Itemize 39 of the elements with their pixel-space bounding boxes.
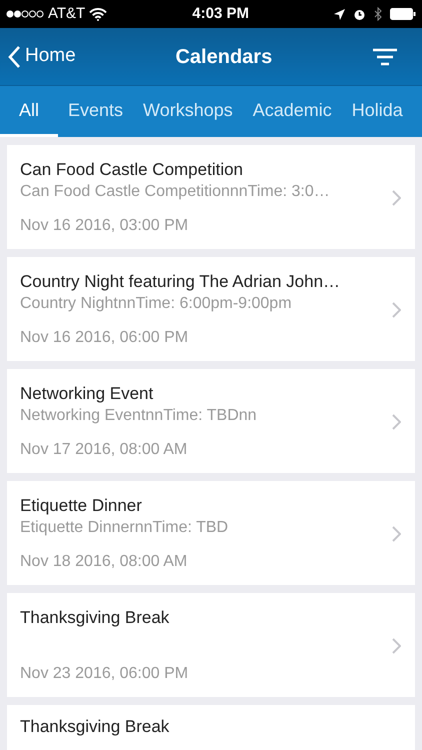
- chevron-right-icon: [392, 638, 401, 654]
- chevron-right-icon: [392, 190, 401, 206]
- event-date: Nov 16 2016, 03:00 PM: [20, 216, 190, 236]
- event-card[interactable]: Country Night featuring The Adrian John… Country NightnnTime: 6:00pm-9:00pm Nov 16 2016, 06:00 PM: [7, 257, 415, 361]
- screen-title: Calendars: [175, 44, 272, 70]
- event-card[interactable]: Etiquette Dinner Etiquette DinnernnTime: TBD Nov 18 2016, 08:00 AM: [7, 481, 415, 585]
- event-title: Thanksgiving Break: [20, 607, 170, 629]
- event-card[interactable]: Thanksgiving Break Nov 23 2016, 06:00 PM: [7, 593, 415, 697]
- back-button[interactable]: Home: [8, 42, 76, 71]
- alarm-icon: [353, 8, 366, 20]
- event-title: Etiquette Dinner: [20, 495, 143, 517]
- event-description: Etiquette DinnernnTime: TBD: [20, 518, 230, 538]
- event-date: Nov 23 2016, 06:00 PM: [20, 664, 190, 684]
- chevron-right-icon: [392, 526, 401, 542]
- event-description: Country NightnnTime: 6:00pm-9:00pm: [20, 294, 293, 314]
- chevron-right-icon: [392, 414, 401, 430]
- event-card[interactable]: Can Food Castle Competition Can Food Castle CompetitionnnTime: 3:0… Nov 16 2016, 03:00 PM: [7, 145, 415, 249]
- event-title: Can Food Castle Competition: [20, 159, 244, 181]
- event-description: Networking EventnnTime: TBDnn: [20, 406, 258, 426]
- chevron-left-icon: [8, 44, 21, 68]
- event-date: Nov 16 2016, 06:00 PM: [20, 328, 190, 348]
- event-card[interactable]: Networking Event Networking EventnnTime: TBDnn Nov 17 2016, 08:00 AM: [7, 369, 415, 473]
- status-time: 4:03 PM: [192, 4, 249, 24]
- battery-icon: [390, 8, 416, 20]
- wifi-icon: [89, 8, 108, 20]
- location-icon: [334, 8, 345, 20]
- event-title: Country Night featuring The Adrian John…: [20, 271, 342, 293]
- event-date: Nov 18 2016, 08:00 AM: [20, 552, 188, 572]
- category-tab[interactable]: All: [0, 86, 58, 137]
- bluetooth-icon: [374, 7, 382, 21]
- chevron-right-icon: [392, 302, 401, 318]
- event-date: Nov 17 2016, 08:00 AM: [20, 440, 188, 460]
- carrier-name: AT&T: [48, 4, 86, 24]
- signal-icon: [6, 10, 44, 18]
- event-title: Networking Event: [20, 383, 154, 405]
- filter-icon[interactable]: [372, 48, 398, 66]
- event-description: Can Food Castle CompetitionnnTime: 3:0…: [20, 182, 331, 202]
- event-title: Thanksgiving Break: [20, 716, 170, 738]
- event-card[interactable]: Thanksgiving Break: [7, 705, 415, 750]
